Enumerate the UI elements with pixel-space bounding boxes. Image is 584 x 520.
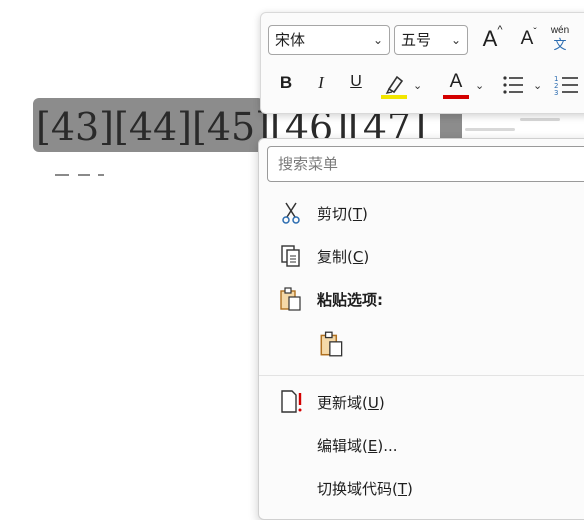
highlight-button[interactable]	[381, 71, 409, 101]
menu-item-toggle-field-codes[interactable]: 切换域代码(T)	[259, 468, 584, 508]
copy-icon	[281, 245, 300, 267]
underline-icon: U	[350, 73, 362, 90]
italic-button[interactable]: I	[311, 73, 331, 99]
menu-item-label: 复制(C)	[317, 248, 370, 266]
font-color-icon: A	[449, 71, 463, 92]
highlight-color-swatch	[381, 95, 407, 99]
grow-font-icon: A	[482, 26, 498, 51]
chevron-down-icon[interactable]: ⌄	[475, 79, 484, 92]
chevron-down-icon: ⌄	[450, 33, 461, 47]
shrink-font-button[interactable]: Aˇ	[513, 27, 541, 56]
update-field-icon	[281, 390, 302, 413]
chevron-down-icon[interactable]: ⌄	[533, 79, 542, 92]
menu-item-label: 切换域代码(T)	[317, 480, 413, 498]
menu-item-label: 剪切(T)	[317, 205, 368, 223]
menu-item-edit-field[interactable]: 编辑域(E)...	[259, 425, 584, 465]
menu-item-copy[interactable]: 复制(C)	[259, 236, 584, 276]
chevron-down-icon: ⌄	[372, 33, 383, 47]
numbered-list-icon: 1 2 3	[554, 75, 578, 97]
background-text-fragment	[465, 128, 515, 131]
scissors-icon	[282, 202, 300, 224]
search-menu-input[interactable]: 搜索菜单	[267, 146, 584, 182]
menu-item-update-field[interactable]: 更新域(U)	[259, 382, 584, 422]
underline-button[interactable]: U	[345, 73, 367, 99]
mini-toolbar: 宋体 ⌄ 五号 ⌄ A ^ Aˇ wén 文 B I U ⌄ A ⌄ ⌄ 1 2…	[260, 12, 584, 114]
chevron-down-icon[interactable]: ⌄	[413, 79, 422, 92]
font-size-value: 五号	[401, 31, 432, 49]
paragraph-mark	[78, 174, 90, 176]
phonetic-guide-button[interactable]: wén 文	[547, 25, 573, 55]
search-menu-placeholder: 搜索菜单	[278, 155, 339, 173]
paragraph-mark	[98, 174, 104, 176]
numbering-button[interactable]: 1 2 3	[554, 73, 584, 99]
svg-text:3: 3	[554, 89, 558, 97]
grow-font-button[interactable]: A ^	[476, 24, 504, 54]
menu-item-cut[interactable]: 剪切(T)	[259, 193, 584, 233]
font-size-select[interactable]: 五号 ⌄	[394, 25, 468, 55]
shrink-font-icon: A	[520, 28, 534, 49]
context-menu: 搜索菜单 剪切(T) 复制(C) 粘贴选项: 更新域(U) 编辑域(E)... …	[258, 138, 584, 520]
font-name-select[interactable]: 宋体 ⌄	[268, 25, 390, 55]
paste-icon	[320, 331, 343, 357]
phonetic-guide-char: 文	[553, 37, 567, 52]
background-text-fragment	[520, 118, 560, 121]
menu-separator	[259, 375, 584, 376]
font-color-swatch	[443, 95, 469, 99]
phonetic-guide-pinyin: wén	[550, 25, 570, 36]
bullet-list-icon	[503, 76, 523, 94]
font-name-value: 宋体	[275, 31, 306, 49]
menu-item-label: 粘贴选项:	[317, 291, 383, 309]
bold-button[interactable]: B	[276, 73, 296, 99]
bold-icon: B	[279, 73, 293, 92]
menu-item-label: 编辑域(E)...	[317, 437, 398, 455]
font-color-button[interactable]: A	[443, 71, 469, 101]
highlighter-icon	[385, 75, 404, 94]
paste-keep-text-button[interactable]	[317, 329, 349, 361]
paste-options-header: 粘贴选项:	[259, 279, 584, 319]
italic-icon: I	[318, 73, 324, 92]
paragraph-mark	[55, 174, 69, 176]
clipboard-icon	[280, 287, 301, 311]
menu-item-label: 更新域(U)	[317, 394, 385, 412]
bullets-button[interactable]	[501, 73, 527, 99]
